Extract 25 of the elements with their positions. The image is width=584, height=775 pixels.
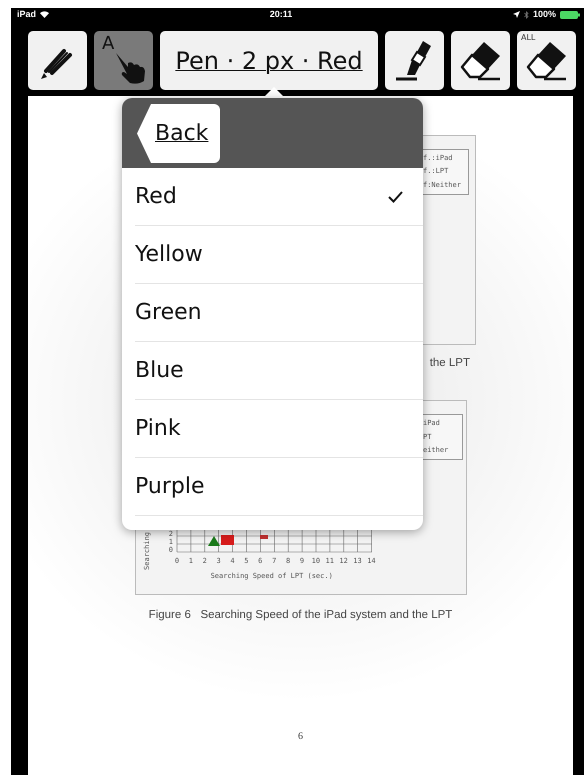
wifi-icon (40, 11, 50, 18)
location-icon (512, 11, 520, 18)
back-button[interactable]: Back (137, 104, 220, 163)
plot-markers-drawing (208, 535, 268, 546)
status-time: 20:11 (270, 8, 292, 21)
hand-pointer-icon (114, 51, 148, 85)
color-option[interactable]: Purple (135, 458, 423, 516)
bluetooth-icon (524, 10, 529, 18)
color-option[interactable]: Green (135, 284, 423, 342)
touch-mode-button[interactable]: A (94, 31, 153, 90)
marker-tool-button[interactable] (385, 31, 444, 90)
figure-caption: Figure 6 Searching Speed of the iPad system and the LPT (148, 608, 452, 624)
pen-settings-button[interactable]: Pen · 2 px · Red (160, 31, 378, 90)
carrier-name: iPad (17, 8, 36, 21)
battery-percent: 100% (532, 8, 556, 21)
clear-all-button[interactable]: ALL (517, 31, 576, 90)
color-option[interactable]: Pink (135, 400, 423, 458)
color-option[interactable]: Red (135, 168, 423, 226)
battery-icon (560, 10, 580, 18)
page-number: 6 (298, 730, 303, 744)
figure-caption: the LPT (430, 356, 470, 371)
color-option[interactable]: Yellow (135, 226, 423, 284)
eraser-tool-button[interactable] (451, 31, 510, 90)
pencil-tool-button[interactable] (28, 31, 87, 90)
color-option[interactable]: Blue (135, 342, 423, 400)
